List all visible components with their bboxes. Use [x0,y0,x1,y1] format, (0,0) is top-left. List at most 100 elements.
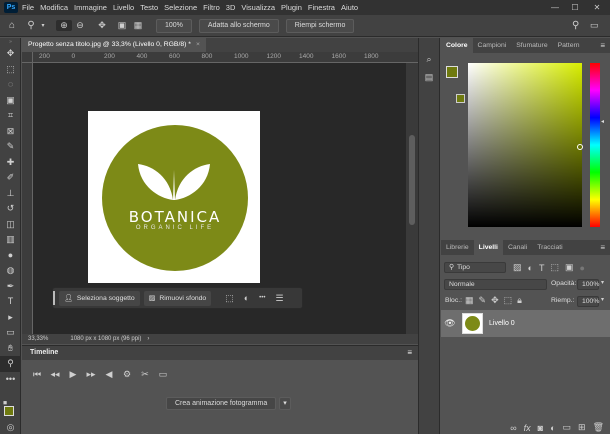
menu-item[interactable]: Selezione [164,3,197,12]
status-arrow-icon[interactable]: › [147,336,149,342]
menu-item[interactable]: File [22,3,34,12]
visibility-eye-icon[interactable]: 👁︎ [441,318,459,329]
resize-windows-icon[interactable]: ▣ [114,20,130,31]
transform-icon[interactable]: ⬚ [225,293,234,304]
zoom-all-windows-icon[interactable]: ▦ [130,20,146,31]
zoom-tool-icon[interactable]: ⚲ [0,356,21,372]
workspace-icon[interactable]: ▭ [590,20,599,31]
hue-slider-handle[interactable]: ◂ [601,118,604,125]
brush-tool-icon[interactable]: ✐ [0,170,21,186]
chevron-down-icon[interactable]: ▾ [279,397,291,410]
panel-menu-icon[interactable]: ≡ [407,346,412,360]
more-tools-icon[interactable]: ••• [0,372,21,388]
menu-item[interactable]: Livello [113,3,134,12]
adjustment-layer-icon[interactable]: ◐ [550,423,555,433]
eraser-tool-icon[interactable]: ◫ [0,217,21,233]
split-icon[interactable]: ✂ [136,369,154,380]
audio-icon[interactable]: ◀︎ [100,369,118,380]
default-colors-icon[interactable]: ◼ [3,400,7,406]
toolbar-grip[interactable]: » [0,38,21,46]
stamp-tool-icon[interactable]: ⊥ [0,186,21,202]
healing-tool-icon[interactable]: ✚ [0,155,21,171]
comments-icon[interactable]: ▤ [419,68,439,86]
hue-slider[interactable] [590,63,600,227]
task-bar-grip[interactable] [53,291,55,305]
vertical-scrollbar[interactable] [406,63,418,334]
ruler-origin[interactable] [22,52,33,63]
home-icon[interactable]: ⌂ [0,20,24,31]
shape-filter-icon[interactable]: ⬚ [550,262,559,273]
panel-menu-icon[interactable]: ≡ [600,243,605,252]
history-icon[interactable]: ⌕ [419,50,439,68]
zoom-tool-icon[interactable]: ⚲ [24,20,38,31]
artboard-icon[interactable]: ⬚ [504,295,513,306]
status-zoom[interactable]: 33,33% [28,336,48,342]
layer-filter-select[interactable]: ⚲ Tipo [444,262,506,273]
color-panel-tab[interactable]: Colore [441,38,473,53]
gradient-tool-icon[interactable]: ▥ [0,232,21,248]
lock-all-icon[interactable]: 🔒︎ [517,295,522,306]
fx-icon[interactable]: fx [524,423,531,433]
minimize-icon[interactable]: — [546,0,564,15]
chevron-down-icon[interactable]: ▾ [601,279,604,286]
zoom-100-button[interactable]: 100% [156,18,192,33]
layers-panel-tab[interactable]: Livelli [473,240,503,255]
zoom-in-icon[interactable]: ⊕ [56,20,72,31]
quick-mask-icon[interactable]: ◎ [0,421,21,433]
play-icon[interactable]: ▶ [64,369,82,380]
menu-item[interactable]: Filtro [203,3,220,12]
menu-item[interactable]: Immagine [74,3,107,12]
dodge-tool-icon[interactable]: ◍ [0,263,21,279]
chevron-down-icon[interactable]: ▾ [38,22,48,29]
mask-icon[interactable]: ◙ [538,423,543,433]
menu-item[interactable]: Testo [140,3,158,12]
transition-icon[interactable]: ▭ [154,369,172,380]
pixel-filter-icon[interactable]: ▨ [513,262,522,273]
next-frame-icon[interactable]: ▸▸ [82,369,100,380]
select-subject-button[interactable]: 👤︎ Seleziona soggetto [59,290,140,306]
remove-background-button[interactable]: ▨ Rimuovi sfondo [143,290,212,306]
color-picker-ring[interactable] [577,144,583,150]
foreground-color-swatch[interactable] [4,406,14,416]
opacity-input[interactable]: 100% [577,279,599,290]
blur-tool-icon[interactable]: ● [0,248,21,264]
background-swatch-small[interactable] [456,94,465,103]
menu-item[interactable]: Modifica [40,3,68,12]
folder-icon[interactable]: ▭ [563,422,572,433]
filter-toggle-icon[interactable]: ● [579,263,584,273]
layer-name[interactable]: Livello 0 [489,320,515,327]
smart-object-filter-icon[interactable]: ▣ [565,262,574,273]
settings-sliders-icon[interactable]: ☰ [275,293,283,304]
timeline-title[interactable]: Timeline [30,346,58,360]
marquee-tool-icon[interactable]: ⬚ [0,62,21,78]
lock-brush-icon[interactable]: ✎ [479,295,487,306]
zoom-out-icon[interactable]: ⊖ [72,20,88,31]
hand-tool-icon[interactable]: ✋︎ [0,341,21,357]
trash-icon[interactable]: 🗑︎ [593,422,604,433]
menu-item[interactable]: Aiuto [341,3,358,12]
create-animation-button[interactable]: Crea animazione fotogramma [166,397,277,410]
tab-close-icon[interactable]: × [196,38,200,52]
pen-tool-icon[interactable]: ✒ [0,279,21,295]
menu-item[interactable]: 3D [226,3,236,12]
menu-item[interactable]: Plugin [281,3,302,12]
blend-mode-select[interactable]: Normale [444,279,547,290]
layer-row[interactable]: 👁︎ Livello 0 [441,310,610,337]
shape-tool-icon[interactable]: ▭ [0,325,21,341]
first-frame-icon[interactable]: ⏮ [28,369,46,380]
object-select-tool-icon[interactable]: ▣ [0,93,21,109]
menu-item[interactable]: Visualizza [241,3,275,12]
layers-panel-tab[interactable]: Canali [503,240,532,255]
more-options-button[interactable]: ••• [259,295,265,301]
prev-frame-icon[interactable]: ◂◂ [46,369,64,380]
document-tab[interactable]: Progetto senza titolo.jpg @ 33,3% (Livel… [22,38,206,52]
chevron-down-icon[interactable]: ▾ [601,296,604,303]
history-brush-icon[interactable]: ↺ [0,201,21,217]
frame-tool-icon[interactable]: ⊠ [0,124,21,140]
move-tool-icon[interactable]: ✥ [0,46,21,62]
close-icon[interactable]: ✕ [588,0,606,15]
color-field[interactable] [468,63,583,227]
search-icon[interactable]: ⚲ [572,20,579,31]
settings-icon[interactable]: ⚙ [118,369,136,380]
new-layer-icon[interactable]: ⊞ [578,422,586,433]
